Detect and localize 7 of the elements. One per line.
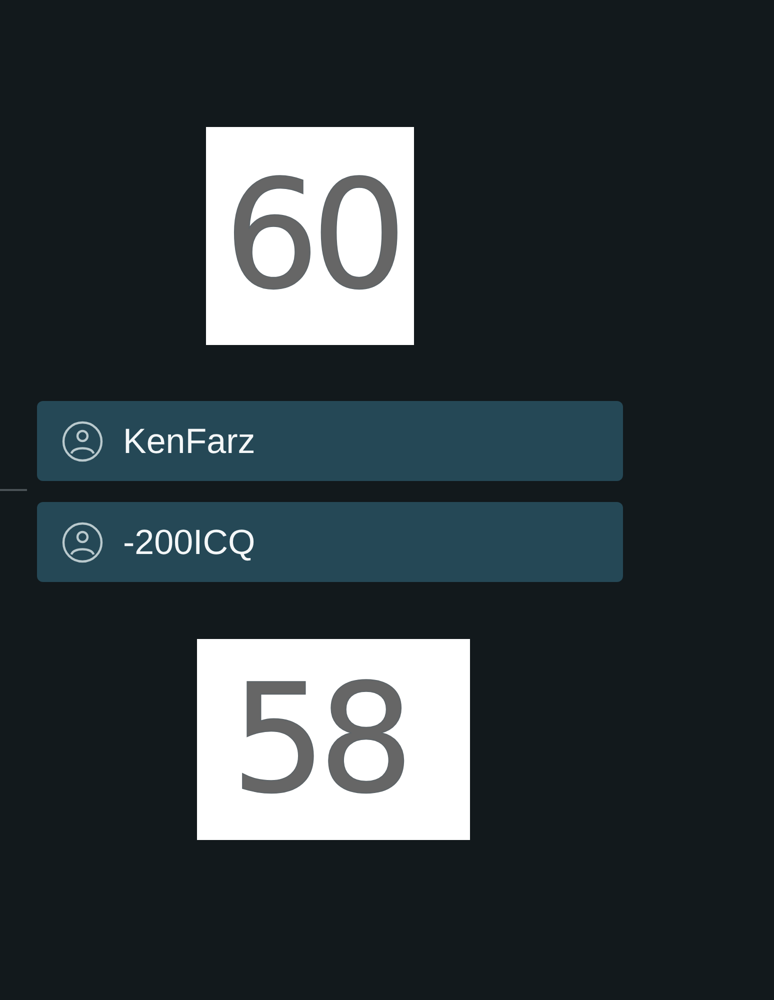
connector-line: [0, 489, 27, 491]
score-number: 58: [197, 639, 470, 840]
player-name: KenFarz: [123, 424, 256, 458]
player-name: -200ICQ: [123, 524, 256, 560]
score-number: 60: [206, 127, 414, 345]
user-circle-icon: [62, 420, 103, 462]
user-circle-icon: [62, 522, 103, 562]
